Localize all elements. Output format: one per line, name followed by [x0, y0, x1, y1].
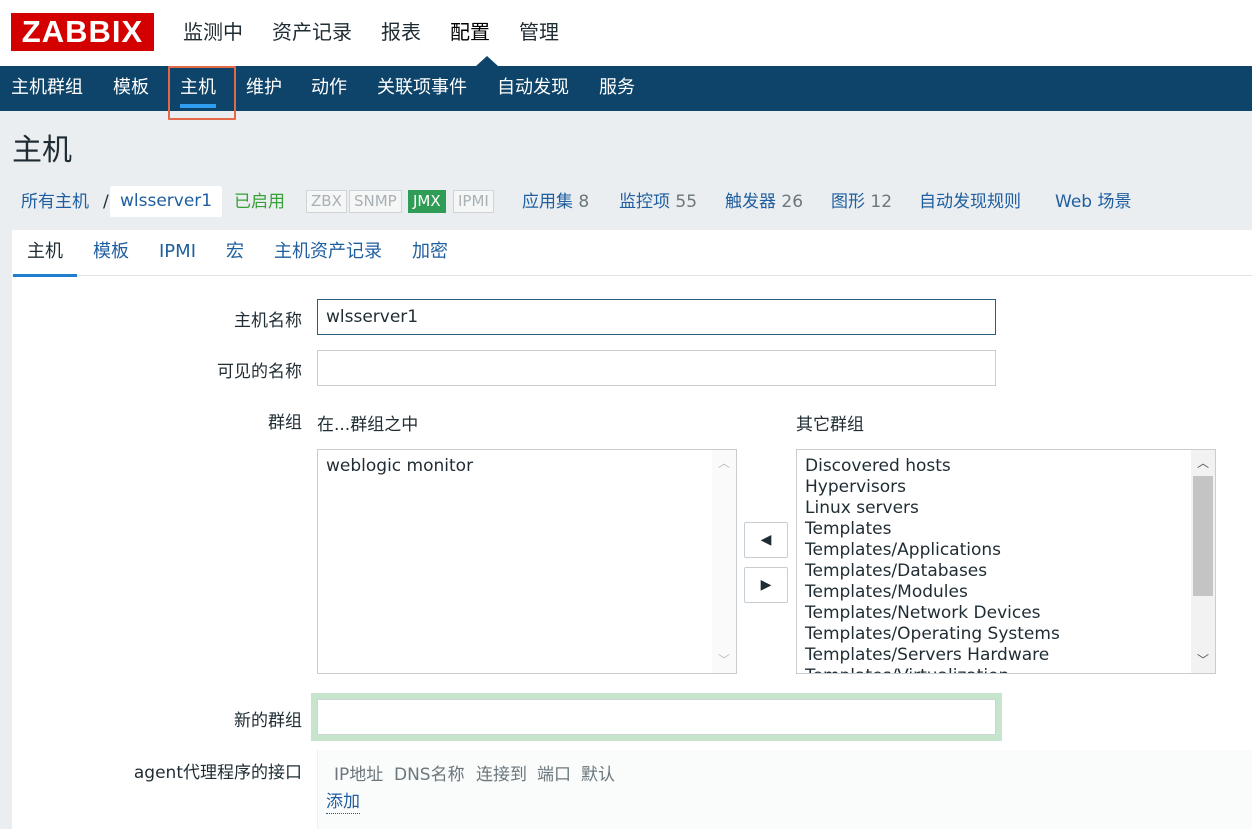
- subnav-actions[interactable]: 动作: [311, 66, 347, 111]
- tab-active-underline: [13, 274, 77, 277]
- list-item[interactable]: weblogic monitor: [318, 456, 736, 477]
- visible-name-input[interactable]: [317, 350, 996, 386]
- list-item[interactable]: Templates/Databases: [797, 561, 1215, 582]
- link-graphs[interactable]: 图形 12: [831, 186, 892, 218]
- main-menu-configuration[interactable]: 配置: [450, 18, 490, 46]
- link-applications[interactable]: 应用集 8: [522, 186, 589, 218]
- subnav-host-groups[interactable]: 主机群组: [11, 66, 83, 111]
- subnav-services[interactable]: 服务: [599, 66, 635, 111]
- main-menu-monitoring[interactable]: 监测中: [183, 18, 243, 46]
- scroll-down-icon[interactable]: ﹀: [1191, 649, 1215, 671]
- list-item[interactable]: Templates/Operating Systems: [797, 624, 1215, 645]
- iface-header-port: 端口: [537, 765, 571, 785]
- iface-header-dns: DNS名称: [394, 765, 465, 785]
- list-item[interactable]: Templates/Virtualization: [797, 666, 1215, 673]
- sub-nav: 主机群组 模板 主机 维护 动作 关联项事件 自动发现 服务: [0, 66, 1252, 120]
- annotation-highlight-box: [168, 66, 236, 120]
- availability-zbx-badge: ZBX: [306, 190, 347, 213]
- subnav-correlation[interactable]: 关联项事件: [377, 66, 467, 111]
- list-item[interactable]: Discovered hosts: [797, 456, 1215, 477]
- breadcrumb-all-hosts[interactable]: 所有主机: [21, 186, 89, 218]
- in-groups-label: 在...群组之中: [317, 415, 419, 435]
- link-discovery-rules[interactable]: 自动发现规则: [919, 186, 1021, 218]
- iface-header-default: 默认: [581, 765, 615, 785]
- breadcrumb-current-host[interactable]: wlsserver1: [110, 186, 223, 217]
- other-groups-label: 其它群组: [796, 415, 864, 435]
- new-group-label: 新的群组: [234, 711, 302, 731]
- form-tabs: 主机 模板 IPMI 宏 主机资产记录 加密: [12, 230, 1252, 277]
- list-item[interactable]: Linux servers: [797, 498, 1215, 519]
- link-graphs-count: 12: [870, 192, 893, 212]
- in-groups-listbox[interactable]: weblogic monitor ︿ ﹀: [317, 449, 737, 674]
- host-name-label: 主机名称: [234, 311, 302, 331]
- list-item[interactable]: Templates/Network Devices: [797, 603, 1215, 624]
- host-form-panel: 主机 模板 IPMI 宏 主机资产记录 加密 主机名称 wlsserver1 可…: [12, 230, 1252, 829]
- link-triggers-label: 触发器: [725, 192, 776, 212]
- active-menu-caret-icon: [476, 56, 498, 66]
- subnav-templates[interactable]: 模板: [113, 66, 149, 111]
- top-header: ZABBIX 监测中 资产记录 报表 配置 管理: [0, 0, 1252, 66]
- list-item[interactable]: Templates/Applications: [797, 540, 1215, 561]
- move-left-button[interactable]: ◀: [744, 522, 788, 558]
- main-menu-inventory[interactable]: 资产记录: [272, 18, 352, 46]
- list-item[interactable]: Templates/Modules: [797, 582, 1215, 603]
- availability-snmp-badge: SNMP: [349, 190, 402, 213]
- tab-macros[interactable]: 宏: [226, 230, 244, 276]
- main-menu-administration[interactable]: 管理: [519, 18, 559, 46]
- in-groups-scrollbar[interactable]: ︿ ﹀: [712, 450, 736, 673]
- move-right-button[interactable]: ▶: [744, 567, 788, 603]
- iface-header-ip: IP地址: [334, 765, 384, 785]
- agent-interfaces-label: agent代理程序的接口: [133, 763, 302, 783]
- tab-host-label: 主机: [27, 241, 63, 262]
- scrollbar-thumb[interactable]: [1193, 476, 1213, 596]
- link-triggers[interactable]: 触发器 26: [725, 186, 803, 218]
- other-groups-listbox[interactable]: Discovered hosts Hypervisors Linux serve…: [796, 449, 1216, 674]
- iface-header-connect: 连接到: [476, 765, 527, 785]
- other-groups-scrollbar[interactable]: ︿ ﹀: [1191, 450, 1215, 673]
- link-applications-count: 8: [578, 192, 590, 212]
- scroll-down-icon[interactable]: ﹀: [712, 649, 736, 671]
- link-graphs-label: 图形: [831, 192, 865, 212]
- availability-jmx-badge: JMX: [408, 190, 446, 213]
- subnav-maintenance[interactable]: 维护: [246, 66, 282, 111]
- link-triggers-count: 26: [781, 192, 804, 212]
- scroll-up-icon[interactable]: ︿: [1191, 452, 1215, 474]
- link-applications-label: 应用集: [522, 192, 573, 212]
- link-web-scenarios[interactable]: Web 场景: [1055, 186, 1131, 218]
- list-item[interactable]: Hypervisors: [797, 477, 1215, 498]
- zabbix-logo[interactable]: ZABBIX: [11, 13, 154, 51]
- tab-ipmi[interactable]: IPMI: [159, 230, 196, 276]
- availability-ipmi-badge: IPMI: [453, 190, 494, 213]
- main-menu: 监测中 资产记录 报表 配置 管理: [183, 18, 588, 46]
- tab-templates[interactable]: 模板: [93, 230, 129, 276]
- host-name-input[interactable]: wlsserver1: [317, 299, 996, 335]
- tab-inventory[interactable]: 主机资产记录: [274, 230, 382, 276]
- tab-encryption[interactable]: 加密: [412, 230, 448, 276]
- host-status-enabled[interactable]: 已启用: [234, 186, 285, 218]
- visible-name-label: 可见的名称: [217, 362, 302, 382]
- agent-interfaces-table: IP地址 DNS名称 连接到 端口 默认 添加: [317, 750, 1252, 829]
- link-items[interactable]: 监控项 55: [619, 186, 697, 218]
- list-item[interactable]: Templates: [797, 519, 1215, 540]
- main-menu-reports[interactable]: 报表: [381, 18, 421, 46]
- link-items-label: 监控项: [619, 192, 670, 212]
- page-title: 主机: [12, 133, 72, 168]
- scroll-up-icon[interactable]: ︿: [712, 452, 736, 474]
- tab-host[interactable]: 主机: [13, 230, 77, 277]
- breadcrumb-separator: /: [103, 192, 109, 212]
- subnav-discovery[interactable]: 自动发现: [497, 66, 569, 111]
- link-items-count: 55: [675, 192, 698, 212]
- new-group-input[interactable]: [317, 699, 996, 735]
- list-item[interactable]: Templates/Servers Hardware: [797, 645, 1215, 666]
- add-interface-link[interactable]: 添加: [326, 792, 360, 814]
- groups-label: 群组: [268, 413, 302, 433]
